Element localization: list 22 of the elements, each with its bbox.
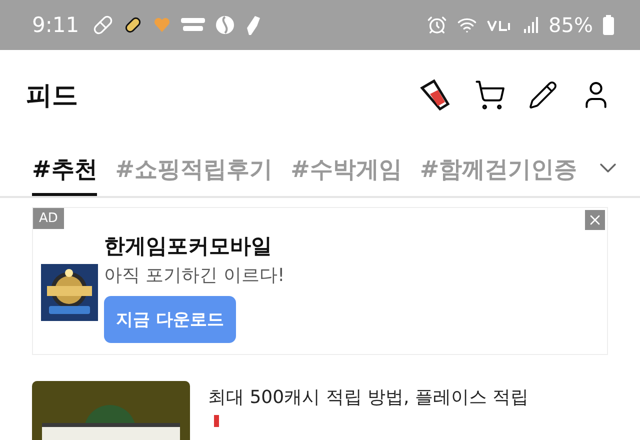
category-tab[interactable]: #함께걷기인증 xyxy=(420,154,578,196)
ad-badge: AD xyxy=(33,208,64,229)
app-logo-icon xyxy=(181,18,206,32)
swirl-icon xyxy=(215,15,236,35)
download-button[interactable]: 지금 다운로드 xyxy=(104,296,236,342)
battery-icon xyxy=(603,15,614,35)
accent-mark xyxy=(214,415,219,427)
battery-percent: 85% xyxy=(548,13,593,37)
ad-title: 한게임포커모바일 xyxy=(104,232,272,260)
alarm-icon xyxy=(426,15,447,35)
heart-icon xyxy=(153,16,172,34)
cart-icon[interactable] xyxy=(474,79,506,111)
signal-icon xyxy=(522,16,539,34)
category-tab[interactable]: #쇼핑적립후기 xyxy=(115,154,273,196)
pill-icon xyxy=(93,15,114,35)
ad-subtitle: 아직 포기하긴 이르다! xyxy=(104,264,285,286)
category-tab[interactable]: #추천 xyxy=(32,154,98,196)
status-time: 9:11 xyxy=(32,13,80,37)
category-tab[interactable]: #수박게임 xyxy=(290,154,402,196)
feed-title[interactable]: 최대 500캐시 적립 방법, 플레이스 적립 xyxy=(208,385,529,409)
page-title: 피드 xyxy=(26,80,78,112)
pencil-icon[interactable] xyxy=(528,80,558,110)
